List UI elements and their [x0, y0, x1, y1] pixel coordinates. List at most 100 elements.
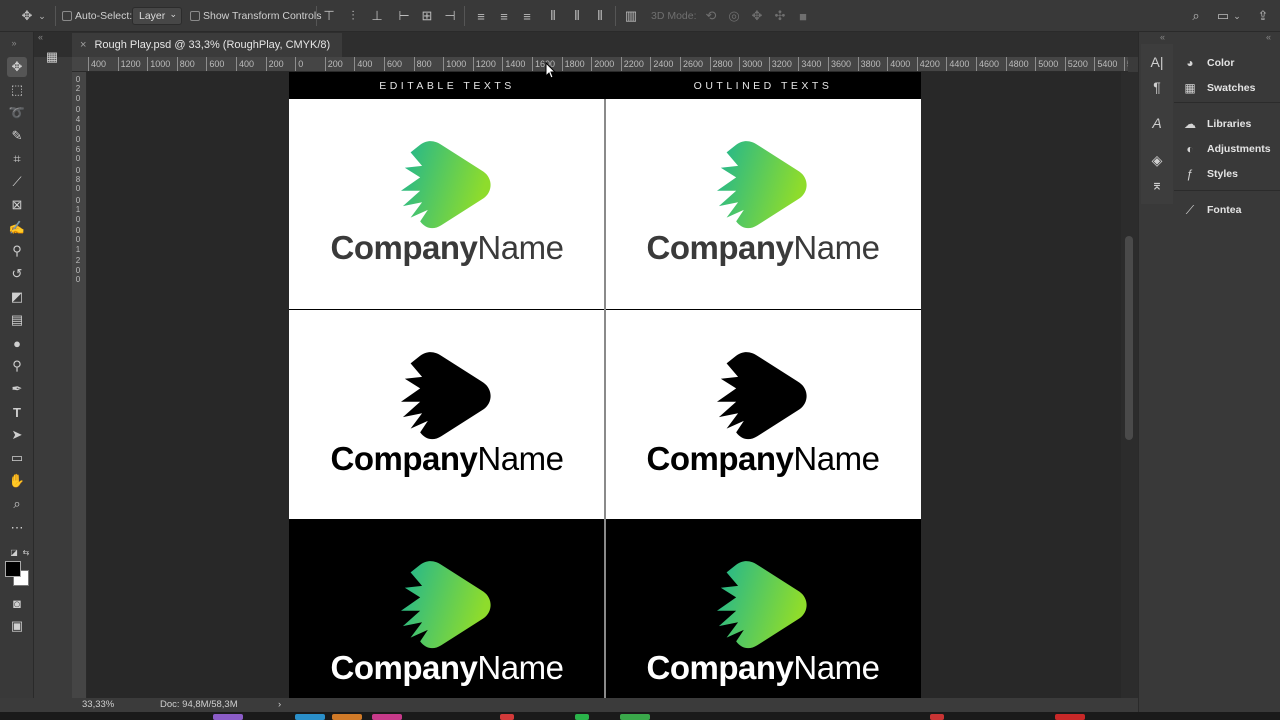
distribute-bottom-icon[interactable]: ≡: [518, 7, 536, 25]
dodge-tool-icon[interactable]: ⚲: [7, 356, 27, 376]
dock-app[interactable]: [213, 714, 243, 720]
editable-texts-header: EDITABLE TEXTS: [379, 80, 515, 92]
panel-adjustments[interactable]: ◐ Adjustments: [1182, 139, 1270, 159]
quick-select-tool-icon[interactable]: ✎: [7, 126, 27, 146]
properties-panel-icon[interactable]: ▦: [40, 45, 64, 69]
blur-tool-icon[interactable]: ●: [7, 333, 27, 353]
brush-tool-icon[interactable]: ✍: [7, 218, 27, 238]
rectangle-tool-icon[interactable]: ▭: [7, 448, 27, 468]
3d-roll-icon[interactable]: ◎: [725, 7, 743, 25]
play-logo-icon: [715, 139, 811, 231]
hand-tool-icon[interactable]: ✋: [7, 471, 27, 491]
healing-tool-icon[interactable]: ⊠: [7, 195, 27, 215]
layers-panel-icon[interactable]: ◈: [1147, 150, 1167, 170]
panel-swatches[interactable]: ▦ Swatches: [1182, 78, 1255, 98]
ruler-tick-label: 3600: [828, 57, 851, 71]
eyedropper-tool-icon[interactable]: ⟋: [7, 172, 27, 192]
screen-mode-icon[interactable]: ▣: [7, 616, 27, 636]
align-hcenter-icon[interactable]: ⊞: [418, 7, 436, 25]
logo-cell-color-outlined[interactable]: CompanyName: [605, 99, 921, 309]
history-brush-tool-icon[interactable]: ↺: [7, 264, 27, 284]
show-transform-checkbox[interactable]: [190, 11, 200, 21]
distribute-vcenter-icon[interactable]: ≡: [495, 7, 513, 25]
ruler-tick-label: 2800: [709, 57, 733, 71]
document-tab[interactable]: × Rough Play.psd @ 33,3% (RoughPlay, CMY…: [72, 33, 343, 57]
horizontal-ruler[interactable]: 400 1200 1000 800 600 400 200 0 200 400 600 800 1000…: [72, 57, 1128, 72]
collapse-chevron-icon[interactable]: «: [1266, 32, 1271, 42]
search-icon[interactable]: ⌕: [1187, 7, 1205, 25]
character-panel-icon[interactable]: A|: [1147, 52, 1167, 72]
logo-cell-dark-outlined[interactable]: CompanyName: [605, 519, 921, 698]
eraser-tool-icon[interactable]: ◩: [7, 287, 27, 307]
dock-app[interactable]: [620, 714, 650, 720]
pen-tool-icon[interactable]: ✒: [7, 379, 27, 399]
align-vcenter-icon[interactable]: ⫶: [344, 7, 362, 25]
distribute-hcenter-icon[interactable]: ⫴: [568, 7, 586, 25]
dock-app[interactable]: [295, 714, 325, 720]
auto-select-dropdown[interactable]: Layer ⌄: [132, 7, 182, 25]
ruler-tick-label: 2000: [591, 57, 614, 71]
collapse-chevron-icon[interactable]: «: [1160, 32, 1165, 42]
type-tool-icon[interactable]: T: [7, 402, 27, 422]
move-tool-icon[interactable]: ✥: [7, 57, 27, 77]
artboard[interactable]: EDITABLE TEXTS OUTLINED TEXTS CompanyNam…: [289, 72, 921, 698]
paths-panel-icon[interactable]: ⌆: [1147, 175, 1167, 195]
status-menu-arrow[interactable]: ›: [278, 699, 281, 710]
paragraph-panel-icon[interactable]: ¶: [1147, 77, 1167, 97]
dock-app[interactable]: [930, 714, 944, 720]
panel-styles[interactable]: ƒ Styles: [1182, 164, 1238, 184]
distribute-right-icon[interactable]: ⫴: [591, 7, 609, 25]
align-left-icon[interactable]: ⊢: [395, 7, 413, 25]
dock-app[interactable]: [1055, 714, 1085, 720]
logo-cell-black-editable[interactable]: CompanyName: [289, 309, 605, 519]
distribute-left-icon[interactable]: ⫴: [544, 7, 562, 25]
share-icon[interactable]: ⇪: [1254, 7, 1272, 25]
quick-mask-icon[interactable]: ◙: [7, 593, 27, 613]
lasso-tool-icon[interactable]: ➰: [7, 103, 27, 123]
logo-cell-color-editable[interactable]: CompanyName: [289, 99, 605, 309]
panel-color[interactable]: ◕ Color: [1182, 53, 1234, 73]
panel-fontea[interactable]: ⟋ Fontea: [1182, 200, 1242, 220]
play-logo-icon: [399, 139, 495, 231]
ruler-tick-label: 5: [1124, 57, 1128, 71]
auto-select-checkbox[interactable]: [62, 11, 72, 21]
dock-app[interactable]: [575, 714, 589, 720]
collapse-chevron-icon[interactable]: »: [4, 33, 24, 53]
logo-cell-dark-editable[interactable]: CompanyName: [289, 519, 605, 698]
marquee-tool-icon[interactable]: ⬚: [7, 80, 27, 100]
distribute-top-icon[interactable]: ≡: [472, 7, 490, 25]
3d-orbit-icon[interactable]: ⟲: [702, 7, 720, 25]
zoom-level[interactable]: 33,33%: [82, 699, 114, 710]
glyphs-panel-icon[interactable]: A: [1147, 113, 1167, 133]
color-icon: ◕: [1186, 56, 1194, 70]
tool-preset-chevron-icon[interactable]: ⌄: [36, 7, 48, 25]
vertical-scroll-thumb[interactable]: [1125, 236, 1133, 440]
workspace-icon[interactable]: ▭: [1214, 7, 1232, 25]
auto-align-icon[interactable]: ▥: [622, 7, 640, 25]
swap-colors-icon[interactable]: ⇆: [16, 542, 36, 562]
3d-pan-icon[interactable]: ✥: [748, 7, 766, 25]
dock-app[interactable]: [500, 714, 514, 720]
align-top-icon[interactable]: ⊤: [320, 7, 338, 25]
logo-cell-black-outlined[interactable]: CompanyName: [605, 309, 921, 519]
foreground-color-swatch[interactable]: [5, 561, 21, 577]
collapse-chevron-icon[interactable]: «: [38, 32, 43, 42]
ruler-tick-label: 1: [75, 205, 81, 215]
3d-scale-icon[interactable]: ■: [794, 7, 812, 25]
crop-tool-icon[interactable]: ⌗: [7, 149, 27, 169]
zoom-tool-icon[interactable]: ⌕: [7, 494, 27, 514]
panel-libraries[interactable]: ☁ Libraries: [1182, 114, 1251, 134]
close-tab-icon[interactable]: ×: [80, 39, 86, 51]
align-bottom-icon[interactable]: ⊥: [368, 7, 386, 25]
dock-app[interactable]: [372, 714, 402, 720]
chevron-down-icon[interactable]: ⌄: [1232, 7, 1242, 25]
3d-slide-icon[interactable]: ✣: [771, 7, 789, 25]
path-select-tool-icon[interactable]: ➤: [7, 425, 27, 445]
align-right-icon[interactable]: ⊣: [441, 7, 459, 25]
gradient-tool-icon[interactable]: ▤: [7, 310, 27, 330]
move-tool-icon[interactable]: ✥: [18, 7, 36, 25]
more-tools-icon[interactable]: ⋯: [7, 518, 27, 538]
dock-app[interactable]: [332, 714, 362, 720]
vertical-ruler[interactable]: 020040060080010001200: [72, 72, 87, 698]
stamp-tool-icon[interactable]: ⚲: [7, 241, 27, 261]
